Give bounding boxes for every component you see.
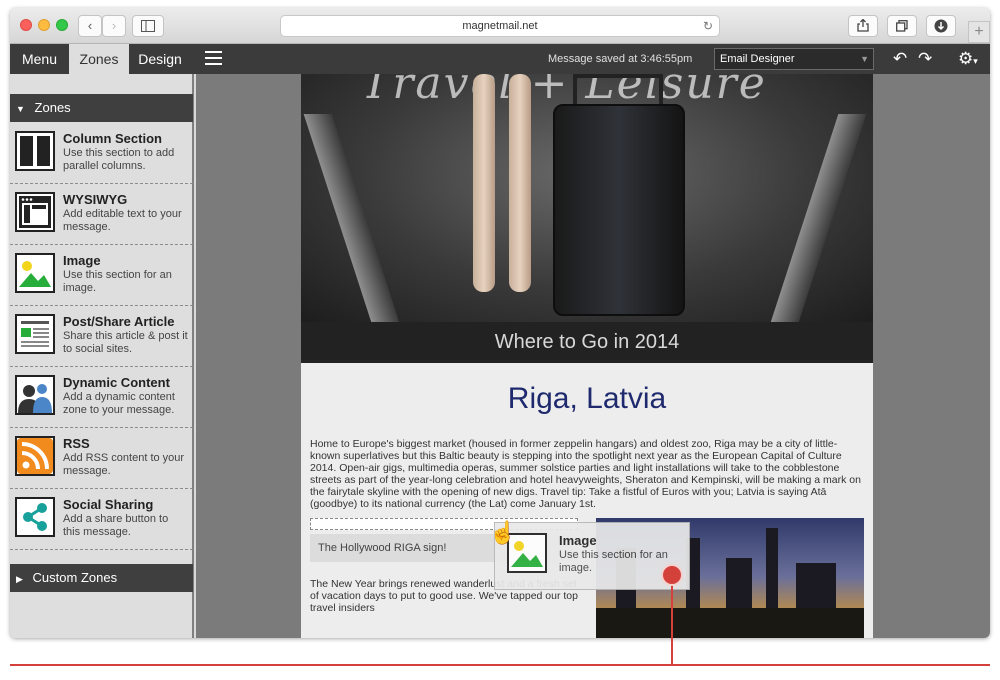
share-icon xyxy=(15,497,55,537)
minimize-window-button[interactable] xyxy=(38,19,50,31)
chevron-right-icon: › xyxy=(111,18,117,33)
zone-title: Image xyxy=(63,253,101,268)
sidebar-icon xyxy=(141,20,155,32)
zones-sidebar: ▼ Zones Column Section Use this section … xyxy=(10,74,194,638)
custom-zones-header-label: Custom Zones xyxy=(32,570,118,585)
zone-item-dynamic-content[interactable]: Dynamic Content Add a dynamic content zo… xyxy=(10,367,193,428)
url-text: magnetmail.net xyxy=(462,20,538,32)
building xyxy=(726,558,752,608)
wysiwyg-icon xyxy=(15,192,55,232)
tab-zones[interactable]: Zones xyxy=(69,44,129,74)
close-window-button[interactable] xyxy=(20,19,32,31)
zoom-window-button[interactable] xyxy=(56,19,68,31)
back-button[interactable]: ‹ xyxy=(78,15,102,37)
ghost-title: Image xyxy=(559,533,597,548)
browser-chrome: ‹ › magnetmail.net ↻ + xyxy=(10,8,990,44)
redo-icon[interactable]: ↷ xyxy=(918,48,932,70)
tabs-icon xyxy=(896,20,908,32)
chevron-left-icon: ‹ xyxy=(87,18,93,33)
address-bar[interactable]: magnetmail.net ↻ xyxy=(280,15,720,37)
zone-desc: Add RSS content to your message. xyxy=(63,452,185,477)
zone-title: Dynamic Content xyxy=(63,375,170,390)
zone-title: RSS xyxy=(63,436,90,451)
dynamic-content-icon xyxy=(15,375,55,415)
custom-zones-header[interactable]: ▶ Custom Zones xyxy=(10,564,193,592)
mode-select[interactable]: Email Designer ▼ xyxy=(714,48,874,70)
zone-item-wysiwyg[interactable]: WYSIWYG Add editable text to your messag… xyxy=(10,184,193,245)
ghost-desc: Use this section for an image. xyxy=(559,549,668,574)
hand-cursor-icon: ☝ xyxy=(489,520,517,545)
caret-right-icon: ▶ xyxy=(16,574,23,584)
building xyxy=(766,528,778,608)
leg-left xyxy=(473,74,495,292)
save-status: Message saved at 3:46:55pm xyxy=(548,53,693,65)
share-upload-icon xyxy=(857,18,869,32)
new-tab-button[interactable]: + xyxy=(968,21,990,43)
hamburger-menu-icon[interactable] xyxy=(205,51,222,66)
gear-icon[interactable]: ⚙▾ xyxy=(958,48,978,72)
download-icon xyxy=(934,19,948,33)
zone-desc: Add editable text to your message. xyxy=(63,208,182,233)
zone-desc: Use this section to add parallel columns… xyxy=(63,147,175,172)
sidebar-toggle-button[interactable] xyxy=(132,15,164,37)
tab-design[interactable]: Design xyxy=(129,44,191,74)
columns-icon xyxy=(15,131,55,171)
caret-down-icon: ▼ xyxy=(16,104,25,114)
undo-icon[interactable]: ↶ xyxy=(893,48,907,70)
reload-icon[interactable]: ↻ xyxy=(703,16,713,36)
zone-item-post-share-article[interactable]: Post/Share Article Share this article & … xyxy=(10,306,193,367)
annotation-marker xyxy=(661,564,683,586)
app-toolbar: Menu Zones Design Message saved at 3:46:… xyxy=(10,44,990,74)
plus-icon: + xyxy=(974,23,984,40)
zone-item-image[interactable]: Image Use this section for an image. xyxy=(10,245,193,306)
zone-item-social-sharing[interactable]: Social Sharing Add a share button to thi… xyxy=(10,489,193,550)
chevron-down-icon: ▼ xyxy=(860,54,869,64)
tabs-overview-button[interactable] xyxy=(887,15,917,37)
article-body[interactable]: Home to Europe's biggest market (housed … xyxy=(310,438,865,510)
forward-button[interactable]: › xyxy=(102,15,126,37)
rss-icon xyxy=(15,436,55,476)
escalator-rail-right xyxy=(763,114,867,322)
mode-select-value: Email Designer xyxy=(720,53,795,65)
zones-header[interactable]: ▼ Zones xyxy=(10,94,193,122)
share-button[interactable] xyxy=(848,15,878,37)
drag-ghost-image-zone: Image Use this section for an image. xyxy=(494,522,690,590)
article-icon xyxy=(15,314,55,354)
tab-menu[interactable]: Menu xyxy=(10,44,69,74)
zone-desc: Use this section for an image. xyxy=(63,269,172,294)
building xyxy=(796,563,836,608)
zone-title: Post/Share Article xyxy=(63,314,175,329)
image-icon xyxy=(15,253,55,293)
zones-header-label: Zones xyxy=(34,100,71,115)
zone-desc: Add a dynamic content zone to your messa… xyxy=(63,391,175,416)
zone-item-rss[interactable]: RSS Add RSS content to your message. xyxy=(10,428,193,489)
leg-right xyxy=(509,74,531,292)
article-heading[interactable]: Riga, Latvia xyxy=(301,382,873,416)
zone-desc: Add a share button to this message. xyxy=(63,513,169,538)
annotation-leader-line xyxy=(671,574,673,665)
downloads-button[interactable] xyxy=(926,15,956,37)
riverbank xyxy=(596,608,864,638)
zone-title: WYSIWYG xyxy=(63,192,128,207)
suitcase xyxy=(553,104,685,316)
zone-title: Social Sharing xyxy=(63,497,154,512)
escalator-rail-left xyxy=(303,114,407,322)
suitcase-handle xyxy=(573,74,663,108)
zone-desc: Share this article & post it to social s… xyxy=(63,330,188,355)
annotation-baseline xyxy=(10,664,990,666)
zone-item-column-section[interactable]: Column Section Use this section to add p… xyxy=(10,123,193,184)
zone-title: Column Section xyxy=(63,131,162,146)
hero-image[interactable]: Travel + Leisure xyxy=(301,74,873,322)
hero-caption: Where to Go in 2014 xyxy=(301,322,873,363)
